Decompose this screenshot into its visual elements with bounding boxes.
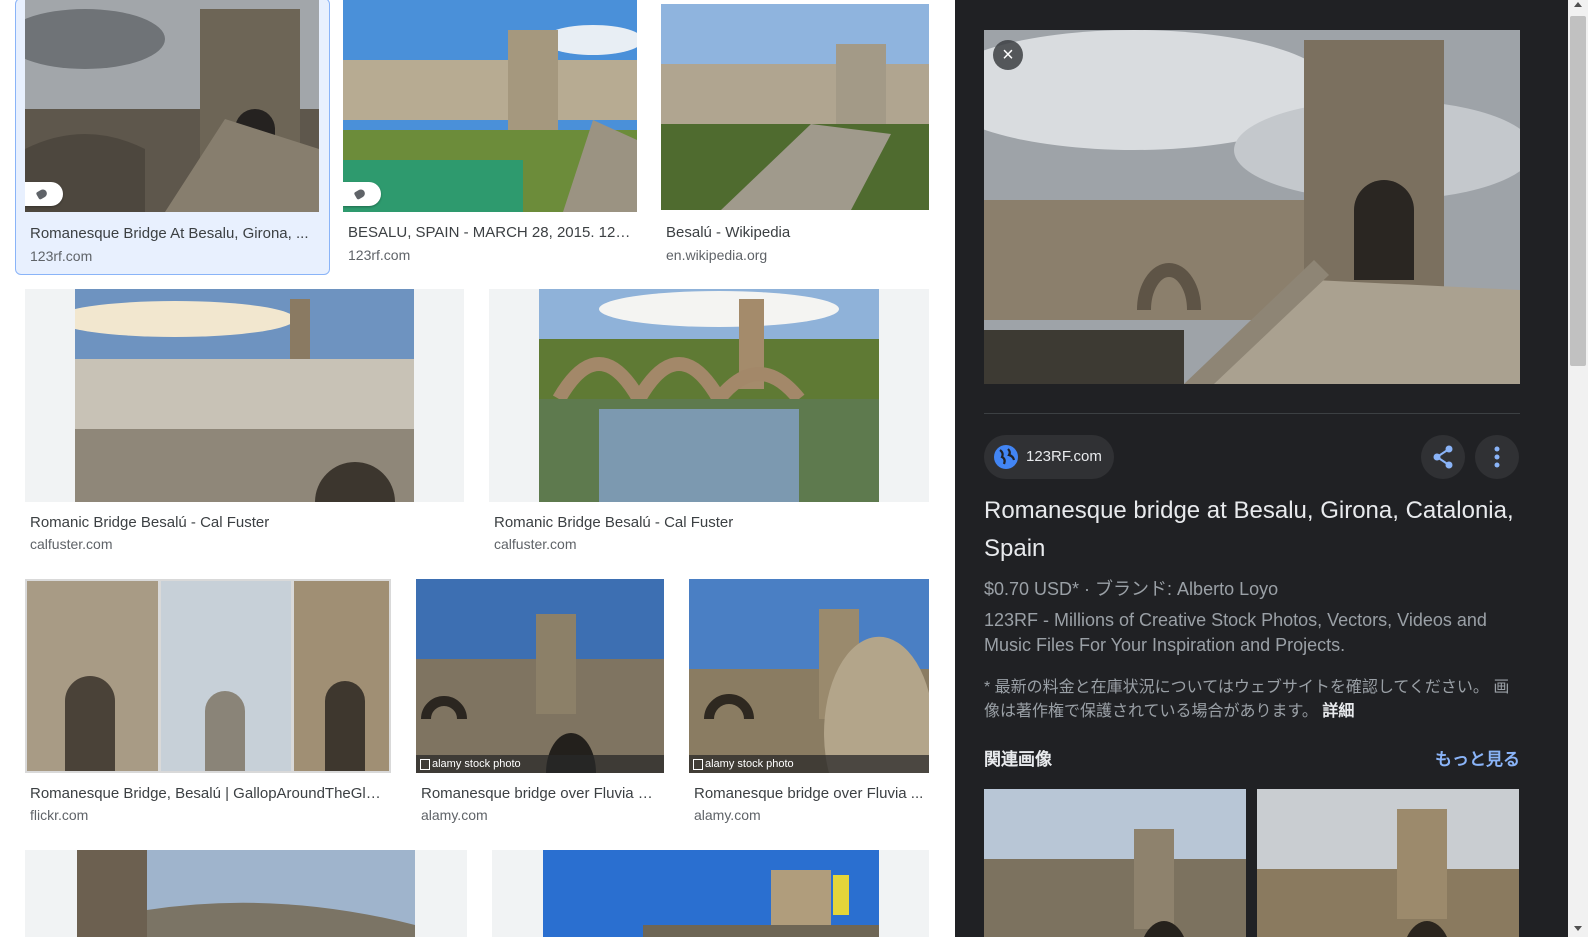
result-card[interactable]: Besalú - Wikipedia en.wikipedia.org [661, 0, 929, 270]
result-title[interactable]: Romanic Bridge Besalú - Cal Fuster [494, 514, 914, 531]
watermark: alamy stock photo [689, 755, 929, 773]
preview-image[interactable] [984, 30, 1520, 384]
share-icon [1433, 445, 1453, 469]
result-site: alamy.com [421, 807, 488, 823]
bridge-photo [1257, 789, 1519, 937]
bridge-photo [984, 789, 1246, 937]
scrollbar[interactable] [1568, 0, 1588, 937]
result-site: flickr.com [30, 807, 89, 823]
result-site: en.wikipedia.org [666, 247, 768, 263]
related-heading: 関連画像 [984, 750, 1052, 769]
bridge-photo [343, 0, 637, 212]
more-vert-icon [1494, 446, 1500, 468]
description: 123RF - Millions of Creative Stock Photo… [984, 610, 1487, 655]
result-card[interactable]: alamy stock photo Romanesque bridge over… [416, 579, 664, 829]
scroll-up-icon[interactable] [1574, 2, 1582, 7]
result-title[interactable]: BESALU, SPAIN - MARCH 28, 2015. 12th... [348, 224, 633, 241]
source-name: 123RF.com [1026, 448, 1102, 465]
result-site: 123rf.com [348, 247, 411, 263]
result-card[interactable]: Romanesque Bridge At Besalu, Girona, ...… [15, 0, 330, 275]
see-more-link[interactable]: もっと見る [1435, 745, 1520, 770]
tower-collage-photo [27, 581, 389, 771]
result-card[interactable] [492, 850, 929, 937]
related-image[interactable] [1257, 789, 1519, 937]
result-card[interactable]: BESALU, SPAIN - MARCH 28, 2015. 12th... … [343, 0, 637, 270]
bridge-photo [416, 579, 664, 773]
watermark: alamy stock photo [416, 755, 664, 773]
result-thumbnail[interactable] [489, 289, 929, 502]
close-icon[interactable]: × [993, 40, 1023, 70]
result-title[interactable]: Romanesque bridge over Fluvia R... [421, 785, 661, 802]
result-thumbnail[interactable] [25, 289, 464, 502]
more-options-button[interactable] [1475, 435, 1519, 479]
bridge-photo [984, 30, 1520, 384]
scroll-down-icon[interactable] [1574, 926, 1582, 931]
result-card[interactable]: Romanesque Bridge, Besalú | GallopAround… [25, 579, 391, 829]
bridge-photo [689, 579, 929, 773]
result-card[interactable] [25, 850, 467, 937]
result-thumbnail[interactable] [25, 0, 319, 212]
bridge-photo [25, 0, 319, 212]
result-site: 123rf.com [30, 248, 93, 264]
globe-icon [994, 445, 1018, 469]
result-card[interactable]: alamy stock photo Romanesque bridge over… [689, 579, 929, 829]
related-image[interactable] [984, 789, 1246, 937]
result-card[interactable]: Romanic Bridge Besalú - Cal Fuster calfu… [489, 289, 929, 559]
tag-icon [343, 182, 381, 206]
result-site: calfuster.com [494, 536, 577, 552]
source-link[interactable]: 123RF.com [984, 435, 1114, 479]
result-card[interactable]: Romanic Bridge Besalú - Cal Fuster calfu… [25, 289, 464, 559]
copyright-note: * 最新の料金と在庫状況についてはウェブサイトを確認してください。 画像は著作権… [984, 676, 1524, 724]
result-title[interactable]: Romanesque bridge over Fluvia ... [694, 785, 926, 802]
bridge-photo [543, 850, 879, 937]
result-site: calfuster.com [30, 536, 113, 552]
scrollbar-thumb[interactable] [1570, 16, 1586, 366]
result-title[interactable]: Romanic Bridge Besalú - Cal Fuster [30, 514, 450, 531]
bridge-photo [77, 850, 415, 937]
price-text: $0.70 USD* · ブランド: Alberto Loyo [984, 579, 1279, 599]
result-title[interactable]: Romanesque Bridge, Besalú | GallopAround… [30, 785, 386, 802]
result-thumbnail[interactable] [492, 850, 929, 937]
note-text: * 最新の料金と在庫状況についてはウェブサイトを確認してください。 画像は著作権… [984, 679, 1510, 720]
preview-title[interactable]: Romanesque bridge at Besalu, Girona, Cat… [984, 492, 1524, 568]
result-thumbnail[interactable] [25, 579, 391, 773]
bridge-reflection-photo [539, 289, 879, 502]
result-title[interactable]: Romanesque Bridge At Besalu, Girona, ... [30, 225, 315, 242]
village-photo [75, 289, 414, 502]
result-thumbnail[interactable]: alamy stock photo [416, 579, 664, 773]
result-thumbnail[interactable]: alamy stock photo [689, 579, 929, 773]
divider [984, 413, 1520, 414]
share-button[interactable] [1421, 435, 1465, 479]
result-thumbnail[interactable] [25, 850, 467, 937]
result-thumbnail[interactable] [343, 0, 637, 212]
preview-panel: × 123RF.com Romanesque bridge at Besalu,… [955, 0, 1588, 937]
bridge-photo [661, 4, 929, 210]
results-grid: Romanesque Bridge At Besalu, Girona, ...… [0, 0, 955, 937]
result-title[interactable]: Besalú - Wikipedia [666, 224, 926, 241]
details-link[interactable]: 詳細 [1322, 703, 1354, 720]
result-thumbnail[interactable] [661, 4, 929, 210]
tag-icon [25, 182, 63, 206]
result-site: alamy.com [694, 807, 761, 823]
